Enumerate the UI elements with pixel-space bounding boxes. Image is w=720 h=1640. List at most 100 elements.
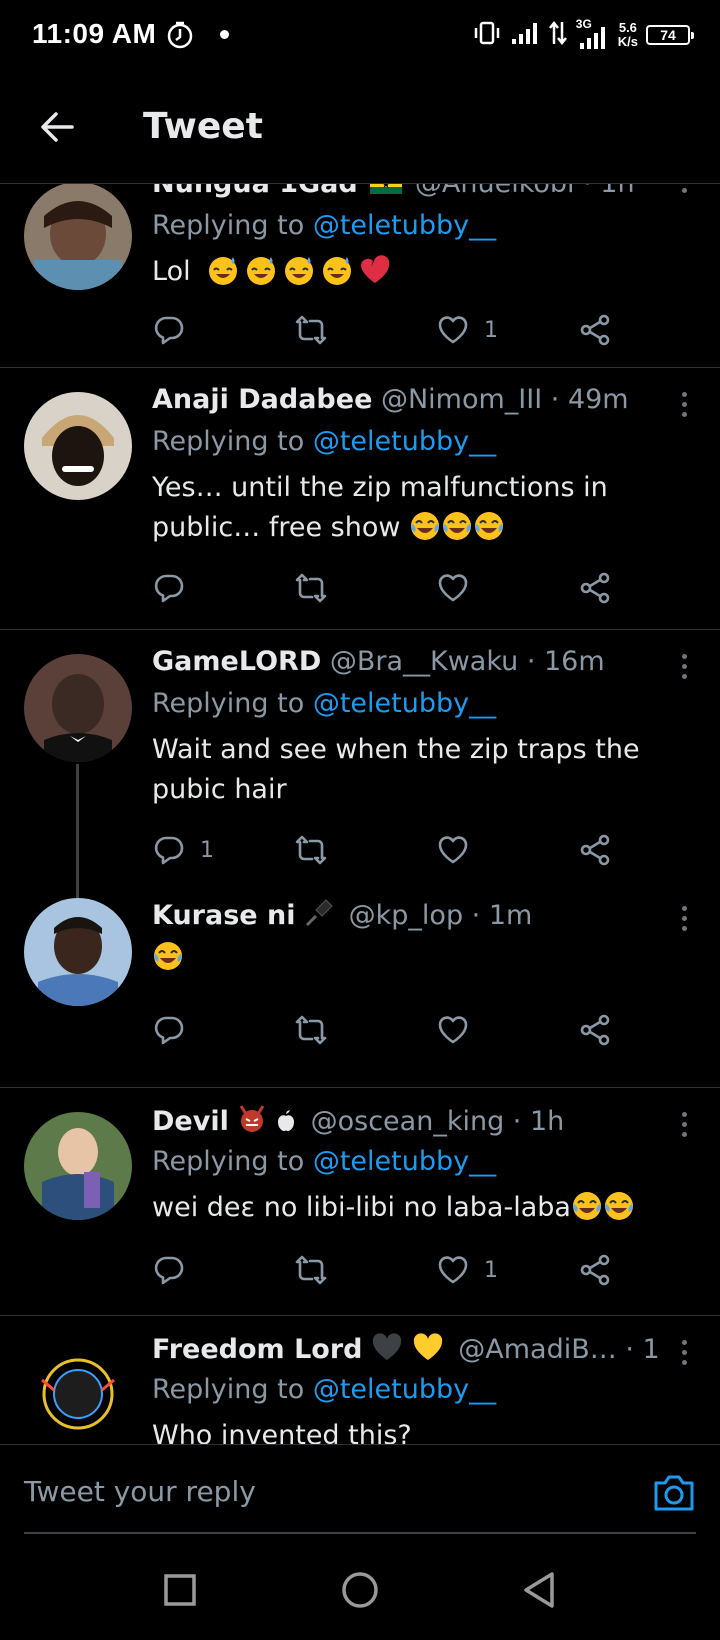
- author-name[interactable]: Anaji Dadabee: [152, 384, 372, 415]
- replying-to: Replying to @teletubby__: [152, 426, 497, 457]
- share-button[interactable]: [578, 310, 612, 350]
- thread-line: [76, 764, 79, 898]
- reply-button[interactable]: [152, 568, 200, 608]
- mention-link[interactable]: @teletubby__: [313, 1146, 496, 1177]
- reply-underline: [24, 1532, 696, 1534]
- notification-dot: [220, 30, 229, 39]
- reply-icon: [152, 571, 186, 605]
- reply-button[interactable]: [152, 310, 200, 350]
- tweet-actions: [152, 568, 612, 608]
- tweet-text: wei deɛ no libi-libi no laba-laba: [152, 1188, 660, 1228]
- apple-icon: [276, 1108, 296, 1139]
- more-options-icon[interactable]: [680, 654, 688, 682]
- sweat-smile-emoji: [207, 254, 239, 286]
- like-button[interactable]: [436, 830, 484, 870]
- retweet-icon: [294, 1013, 328, 1047]
- more-options-icon[interactable]: [680, 184, 688, 196]
- reply-button[interactable]: 1: [152, 830, 214, 870]
- avatar[interactable]: [24, 184, 132, 290]
- share-button[interactable]: [578, 1010, 612, 1050]
- tweet-actions: 1: [152, 830, 612, 870]
- tweet[interactable]: Freedom Lord @AmadiB… · 1h Replying to @…: [0, 1316, 720, 1444]
- author-handle[interactable]: @AmadiB… · 1h: [458, 1334, 660, 1365]
- tweet[interactable]: Kurase ni @kp_lop · 1m: [0, 898, 720, 1088]
- more-options-icon[interactable]: [680, 906, 688, 934]
- heart-icon: [436, 1013, 470, 1047]
- like-button[interactable]: 1: [436, 310, 498, 350]
- reply-icon: [152, 1013, 186, 1047]
- author-handle[interactable]: @oscean_king · 1h: [311, 1106, 565, 1137]
- home-button[interactable]: [338, 1568, 382, 1612]
- avatar[interactable]: [24, 1340, 132, 1444]
- joy-emoji: [571, 1190, 603, 1222]
- retweet-icon: [294, 571, 328, 605]
- tweet[interactable]: Devil @oscean_king · 1h Replying to @tel…: [0, 1088, 720, 1316]
- reply-icon: [152, 313, 186, 347]
- replying-to: Replying to @teletubby__: [152, 1146, 497, 1177]
- avatar[interactable]: [24, 392, 132, 500]
- back-button[interactable]: [518, 1568, 562, 1612]
- author-handle[interactable]: @kp_lop · 1m: [349, 900, 533, 931]
- share-button[interactable]: [578, 830, 612, 870]
- more-options-icon[interactable]: [680, 1340, 688, 1368]
- retweet-button[interactable]: [294, 1250, 328, 1290]
- tweet[interactable]: Anaji Dadabee @Nimom_III · 49m Replying …: [0, 368, 720, 630]
- retweet-button[interactable]: [294, 310, 328, 350]
- mention-link[interactable]: @teletubby__: [313, 1374, 496, 1405]
- avatar[interactable]: [24, 898, 132, 1006]
- sync-icon: [166, 20, 194, 54]
- tweet-feed[interactable]: Nungua 1Gad @Anuelkobi · 1h Replying to …: [0, 184, 720, 1444]
- tweet-actions: 1: [152, 1250, 612, 1290]
- retweet-button[interactable]: [294, 830, 328, 870]
- heart-icon: [436, 313, 470, 347]
- mention-link[interactable]: @teletubby__: [313, 210, 496, 241]
- tweet-text: Wait and see when the zip traps the pubi…: [152, 734, 640, 805]
- tweet[interactable]: Nungua 1Gad @Anuelkobi · 1h Replying to …: [0, 184, 720, 368]
- tweet-text: Who invented this?: [152, 1420, 412, 1444]
- reply-input[interactable]: Tweet your reply: [24, 1475, 256, 1508]
- tweet-meta: Freedom Lord @AmadiB… · 1h: [152, 1332, 660, 1372]
- author-name[interactable]: Devil: [152, 1106, 229, 1137]
- recent-apps-button[interactable]: [158, 1568, 202, 1612]
- devil-icon: [237, 1104, 267, 1141]
- tweet-meta: GameLORD @Bra__Kwaku · 16m: [152, 646, 660, 686]
- tweet[interactable]: GameLORD @Bra__Kwaku · 16m Replying to @…: [0, 630, 720, 898]
- author-handle[interactable]: @Bra__Kwaku · 16m: [330, 646, 605, 677]
- signal-3g-icon: 3G: [576, 17, 610, 49]
- author-name[interactable]: GameLORD: [152, 646, 321, 677]
- tweet-meta: Anaji Dadabee @Nimom_III · 49m: [152, 384, 660, 424]
- reply-button[interactable]: [152, 1010, 200, 1050]
- avatar[interactable]: [24, 1112, 132, 1220]
- like-button[interactable]: 1: [436, 1250, 498, 1290]
- camera-icon[interactable]: [652, 1473, 696, 1513]
- share-button[interactable]: [578, 1250, 612, 1290]
- yellow-heart-icon: [412, 1332, 444, 1369]
- avatar[interactable]: [24, 654, 132, 762]
- retweet-icon: [294, 833, 328, 867]
- system-nav-bar: [0, 1540, 720, 1640]
- joy-emoji: [152, 940, 184, 972]
- tweet-text: Lol: [152, 252, 660, 292]
- share-icon: [578, 1013, 612, 1047]
- more-options-icon[interactable]: [680, 1112, 688, 1140]
- reply-button[interactable]: [152, 1250, 200, 1290]
- retweet-button[interactable]: [294, 568, 328, 608]
- like-button[interactable]: [436, 568, 484, 608]
- retweet-button[interactable]: [294, 1010, 328, 1050]
- share-button[interactable]: [578, 568, 612, 608]
- more-options-icon[interactable]: [680, 392, 688, 420]
- back-arrow-icon[interactable]: [36, 106, 78, 148]
- like-button[interactable]: [436, 1010, 484, 1050]
- replying-to: Replying to @teletubby__: [152, 210, 497, 241]
- mention-link[interactable]: @teletubby__: [313, 688, 496, 719]
- tweet-meta: Devil @oscean_king · 1h: [152, 1104, 660, 1144]
- plug-icon: [304, 898, 334, 935]
- author-name[interactable]: Nungua 1Gad: [152, 184, 358, 199]
- author-handle[interactable]: @Nimom_III · 49m: [381, 384, 629, 415]
- author-name[interactable]: Kurase ni: [152, 900, 295, 931]
- author-name[interactable]: Freedom Lord: [152, 1334, 362, 1365]
- share-icon: [578, 571, 612, 605]
- mention-link[interactable]: @teletubby__: [313, 426, 496, 457]
- author-handle[interactable]: @Anuelkobi · 1h: [415, 184, 635, 199]
- signal-icon: [510, 21, 540, 49]
